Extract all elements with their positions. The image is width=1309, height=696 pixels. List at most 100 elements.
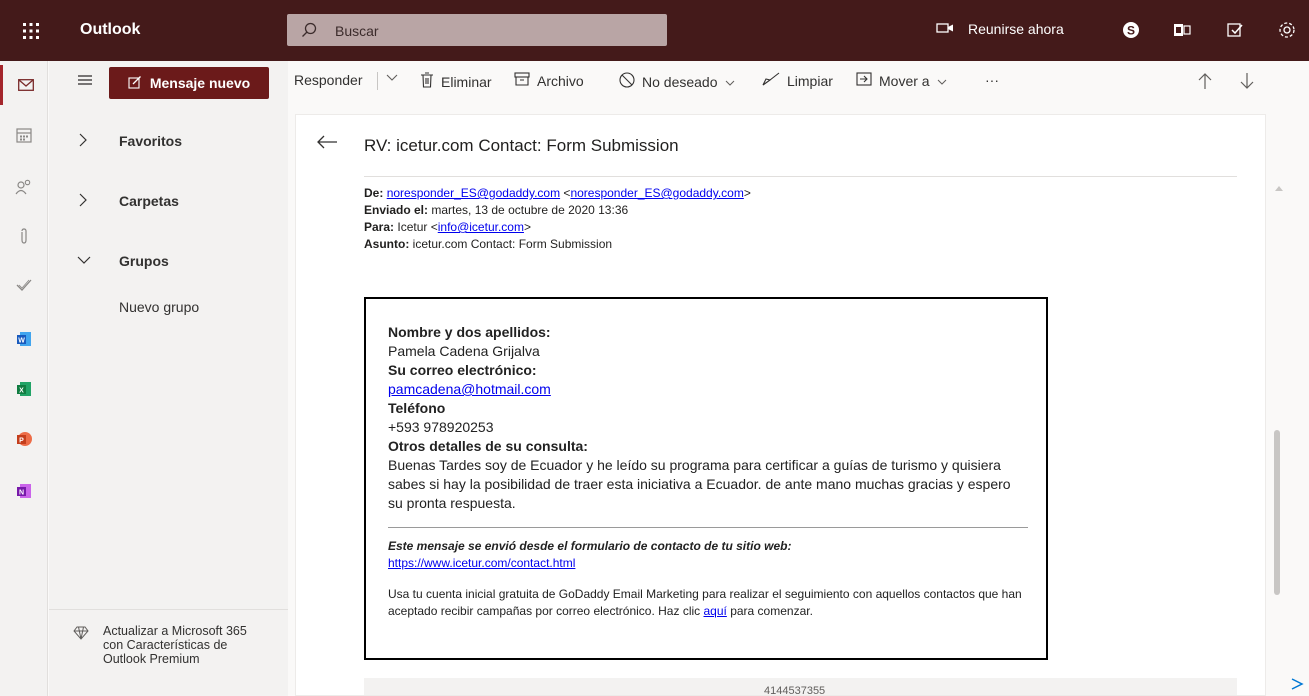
app-name[interactable]: Outlook [80,21,140,39]
mail-icon[interactable] [0,65,48,105]
reply-options-chevron-icon[interactable] [386,72,398,82]
to-email-link[interactable]: info@icetur.com [438,220,524,234]
message-subject: RV: icetur.com Contact: Form Submission [364,136,679,155]
folder-grupos[interactable]: Grupos [49,241,288,281]
folder-favorites[interactable]: Favoritos [49,121,288,161]
meet-now-button[interactable]: Reunirse ahora [936,21,1064,37]
email-value-link[interactable]: pamcadena@hotmail.com [388,381,551,397]
to-line: Para: Icetur <info@icetur.com> [364,220,531,234]
folder-pane: Mensaje nuevo Favoritos Carpetas Grupos … [49,61,288,696]
delete-button[interactable]: Eliminar [420,72,492,91]
archive-button[interactable]: Archivo [514,72,584,89]
previous-message-button[interactable] [1198,72,1212,93]
top-bar: Outlook Buscar Reunirse ahora S [0,0,1309,61]
from-email-link-bracketed[interactable]: noresponder_ES@godaddy.com [570,186,743,200]
meet-now-label: Reunirse ahora [968,21,1064,37]
svg-text:N: N [19,490,24,497]
skype-icon[interactable]: S [1121,20,1141,40]
sweep-button[interactable]: Limpiar [762,72,833,89]
details-label: Otros detalles de su consulta: [388,438,588,454]
email-label: Su correo electrónico: [388,362,537,378]
message-footer: 4144537355 [364,678,1237,696]
onenote-icon[interactable]: N [0,471,48,511]
word-icon[interactable]: W [0,319,48,359]
back-arrow-icon[interactable] [316,134,338,155]
sent-value: martes, 13 de octubre de 2020 13:36 [431,203,629,217]
excel-icon[interactable]: X [0,369,48,409]
sent-from-note: Este mensaje se envió desde el formulari… [388,539,792,553]
settings-icon[interactable] [1277,20,1297,40]
divider [364,176,1237,177]
scrollbar-thumb[interactable] [1274,430,1280,595]
chevron-down-icon [725,74,735,90]
footer-number: 4144537355 [764,685,826,696]
search-input[interactable]: Buscar [335,23,379,39]
move-to-button[interactable]: Mover a [856,72,947,89]
block-icon [619,72,635,91]
my-day-icon[interactable] [1225,20,1245,40]
more-options-button[interactable]: ··· [985,72,999,88]
todo-icon[interactable] [0,265,48,305]
expand-icon[interactable] [1290,677,1304,696]
sent-label: Enviado el: [364,203,429,217]
phone-label: Teléfono [388,400,446,416]
chevron-right-icon[interactable] [77,193,89,210]
delete-label: Eliminar [441,73,492,90]
to-name: Icetur [397,220,428,234]
reply-label: Responder [294,72,363,88]
svg-text:X: X [19,388,24,395]
broom-icon [762,72,780,89]
promo-text: Usa tu cuenta inicial gratuita de GoDadd… [388,586,1028,620]
next-message-button[interactable] [1240,72,1254,93]
phone-value: +593 978920253 [388,419,494,435]
details-value: Buenas Tardes soy de Ecuador y he leído … [388,457,1011,511]
new-message-label: Mensaje nuevo [149,75,251,91]
powerpoint-icon[interactable]: P [0,419,48,459]
folder-label: Grupos [119,253,169,269]
name-label: Nombre y dos apellidos: [388,324,551,340]
svg-text:P: P [19,438,24,445]
sweep-label: Limpiar [787,72,833,89]
forwarded-headers: De: noresponder_ES@godaddy.com <norespon… [364,185,751,253]
attachment-icon[interactable] [0,216,48,256]
calendar-icon[interactable] [0,115,48,155]
scroll-up-icon[interactable] [1275,178,1283,196]
app-rail: W X P N [0,61,48,696]
folder-carpetas[interactable]: Carpetas [49,181,288,221]
from-label: De: [364,186,384,200]
new-message-button[interactable]: Mensaje nuevo [109,67,269,99]
promo-text-part2: para comenzar. [730,604,813,618]
to-label: Para: [364,220,395,234]
archive-icon [514,72,530,89]
from-email-link[interactable]: noresponder_ES@godaddy.com [387,186,560,200]
compose-icon [128,75,142,92]
app-launcher-icon[interactable] [0,0,62,61]
people-icon[interactable] [0,167,48,207]
search-box[interactable]: Buscar [287,14,667,46]
folder-label: Carpetas [119,193,179,209]
subject-label: Asunto: [364,237,410,251]
svg-text:W: W [18,338,25,345]
junk-button[interactable]: No deseado [619,72,735,91]
promo-link[interactable]: aquí [704,604,727,618]
reading-pane: RV: icetur.com Contact: Form Submission … [295,114,1266,696]
junk-label: No deseado [642,73,718,90]
video-icon [936,21,954,37]
arrow-down-icon [1240,72,1254,93]
sent-line: Enviado el: martes, 13 de octubre de 202… [364,202,751,219]
reply-button[interactable]: Responder [294,72,363,88]
name-value: Pamela Cadena Grijalva [388,343,540,359]
svg-text:S: S [1127,24,1135,38]
divider [388,527,1028,528]
upgrade-text[interactable]: Actualizar a Microsoft 365 con Caracterí… [103,624,253,666]
chevron-right-icon[interactable] [77,133,89,150]
move-label: Mover a [879,72,930,89]
hamburger-icon[interactable] [77,73,93,92]
more-label: ··· [985,72,999,88]
office-icon[interactable] [1172,20,1192,40]
site-url-link[interactable]: https://www.icetur.com/contact.html [388,556,575,570]
diamond-icon [73,626,89,645]
new-group-link[interactable]: Nuevo grupo [119,299,199,315]
chevron-down-icon[interactable] [77,253,91,269]
upgrade-banner[interactable]: Actualizar a Microsoft 365 con Caracterí… [49,609,288,696]
